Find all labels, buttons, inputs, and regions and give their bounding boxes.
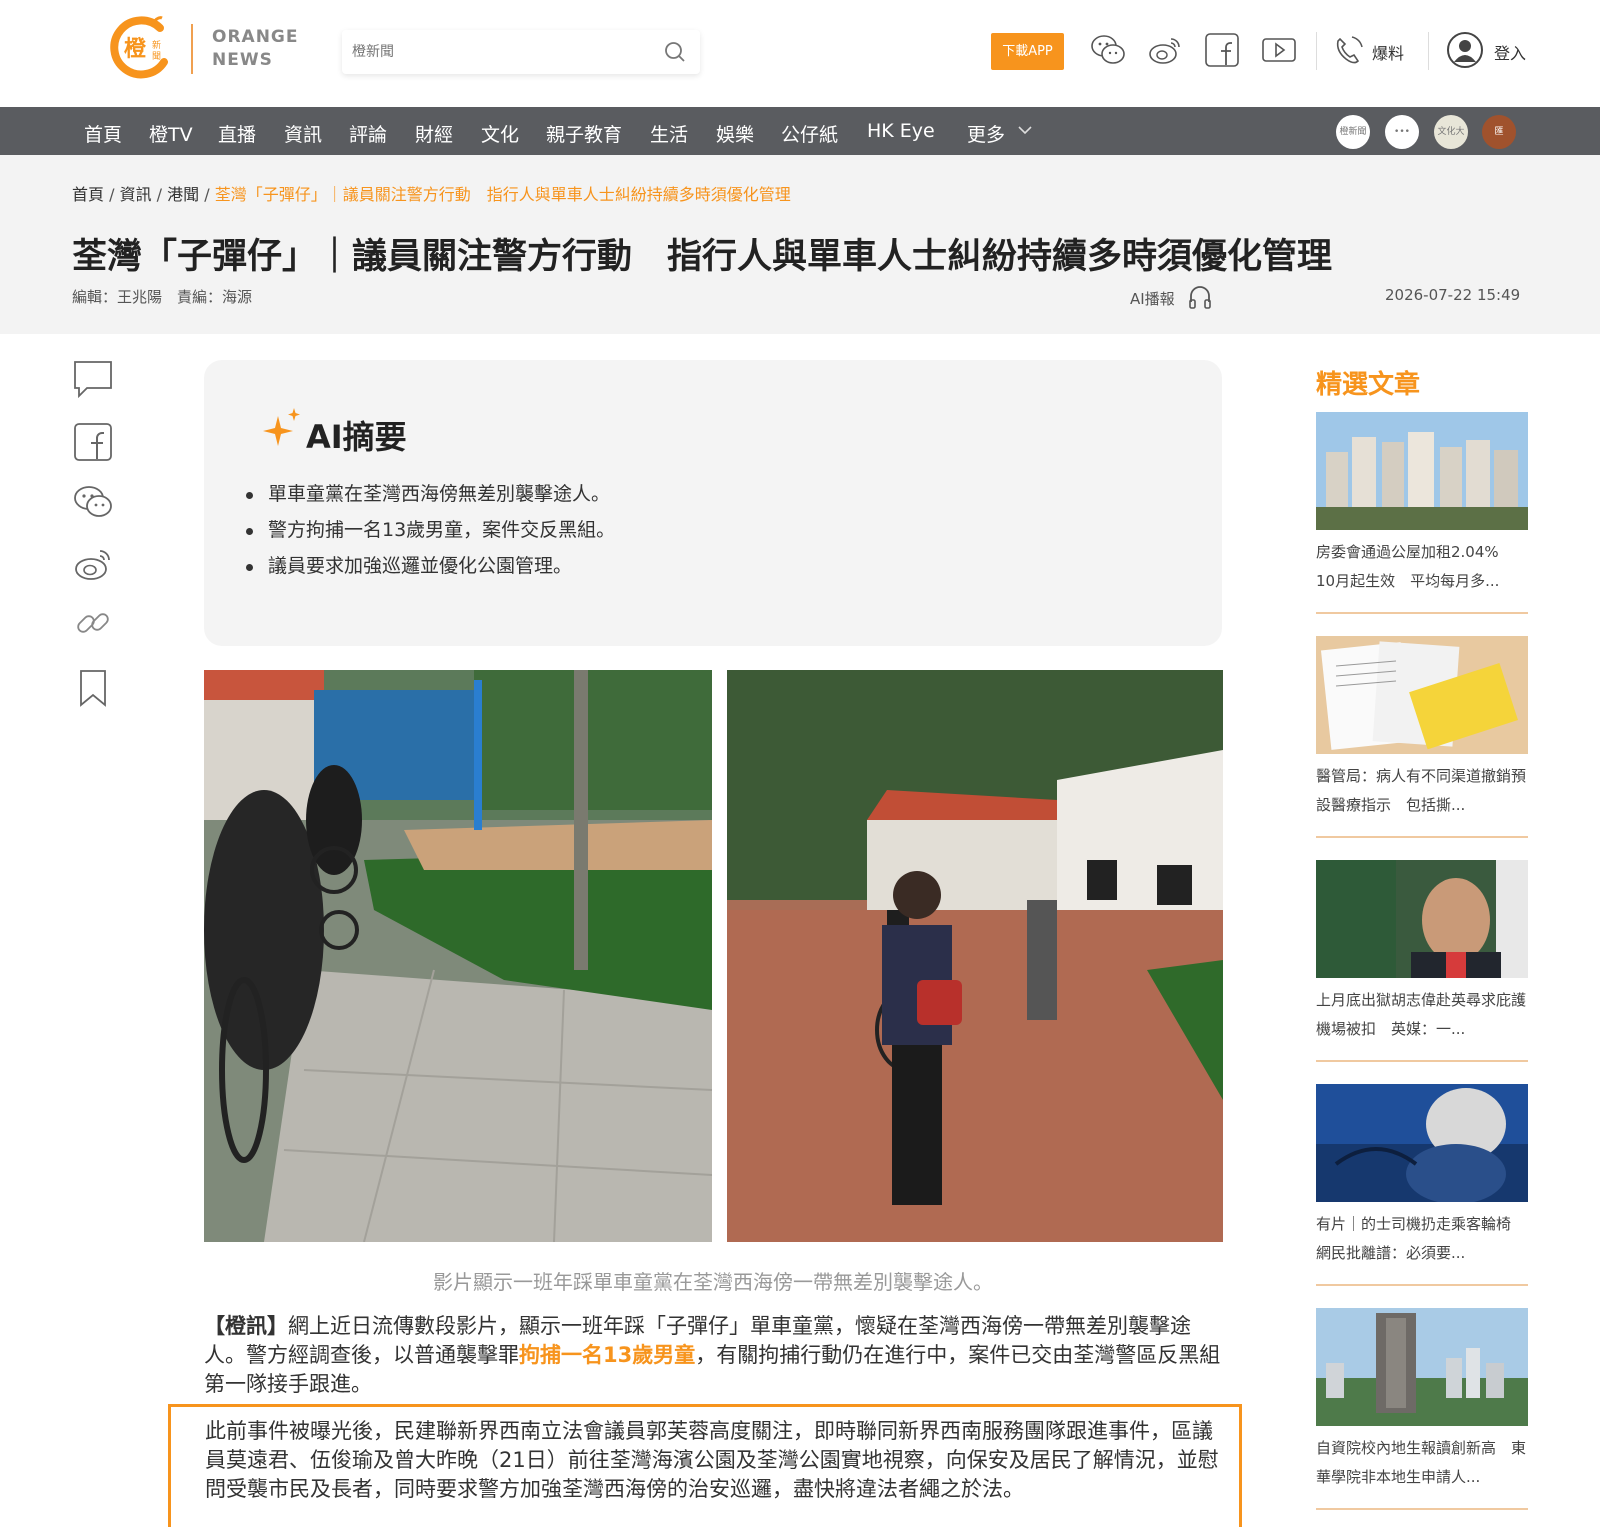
article-photo-right[interactable] — [727, 670, 1223, 1242]
divider — [1316, 1060, 1528, 1062]
weibo-icon[interactable] — [1146, 31, 1184, 69]
youtube-icon[interactable] — [1260, 31, 1298, 69]
featured-article-card[interactable]: 有片｜的士司機扔走乘客輪椅 網民批離譜：必須要... — [1316, 1084, 1528, 1286]
featured-article-caption[interactable]: 自資院校內地生報讀創新高 東華學院非本地生申請人... — [1316, 1434, 1528, 1492]
divider — [1316, 1508, 1528, 1510]
article-photo-left[interactable] — [204, 670, 712, 1242]
article-thumbnail[interactable] — [1316, 636, 1528, 754]
user-avatar-icon[interactable] — [1446, 31, 1484, 69]
report-phone-icon[interactable] — [1330, 31, 1368, 69]
svg-text:聞: 聞 — [152, 51, 161, 62]
header-divider — [1316, 32, 1317, 70]
publish-date: 2026-07-22 15:49 — [1385, 286, 1521, 304]
highlight-text: 拘捕一名13歲男童 — [519, 1343, 696, 1367]
wechat-share-icon[interactable] — [72, 481, 114, 523]
featured-article-card[interactable]: 醫管局：病人有不同渠道撤銷預設醫療指示 包括撕... — [1316, 636, 1528, 838]
svg-text:橙: 橙 — [124, 37, 147, 62]
nav-item-orange-tv[interactable]: 橙TV — [149, 120, 193, 147]
article-thumbnail[interactable] — [1316, 1084, 1528, 1202]
nav-item-live[interactable]: 直播 — [218, 120, 256, 147]
ai-summary-item: 議員要求加強巡邏並優化公園管理。 — [244, 548, 615, 584]
report-label[interactable]: 爆料 — [1372, 40, 1404, 64]
article-editors: 編輯：王兆陽 責編：海源 — [72, 288, 253, 306]
breadcrumb: 首頁 / 資訊 / 港聞 / 荃灣「子彈仔」｜議員關注警方行動 指行人與單車人士… — [72, 185, 791, 204]
headphone-icon[interactable] — [1188, 284, 1212, 310]
nav-item-finance[interactable]: 財經 — [415, 120, 453, 147]
divider — [1316, 1284, 1528, 1286]
featured-article-caption[interactable]: 房委會通過公屋加租2.04% 10月起生效 平均每月多... — [1316, 538, 1528, 596]
news-source-tag: 【橙訊】 — [204, 1314, 288, 1338]
search-input[interactable] — [352, 38, 642, 66]
chevron-down-icon[interactable] — [1016, 121, 1034, 139]
breadcrumb-current: 荃灣「子彈仔」｜議員關注警方行動 指行人與單車人士糾紛持續多時須優化管理 — [214, 185, 791, 204]
article-thumbnail[interactable] — [1316, 412, 1528, 530]
login-link[interactable]: 登入 — [1494, 40, 1526, 64]
top-header: 橙 新 聞 ORANGE NEWS 下載APP 爆料 — [0, 0, 1600, 107]
divider — [1316, 836, 1528, 838]
breadcrumb-news[interactable]: 資訊 — [120, 185, 152, 204]
woman-in-park-image — [727, 670, 1223, 1242]
nav-item-more[interactable]: 更多 — [967, 120, 1005, 147]
ai-summary-list: 單車童黨在荃灣西海傍無差別襲擊途人。 警方拘捕一名13歲男童，案件交反黑組。 議… — [244, 476, 615, 584]
featured-articles-title: 精選文章 — [1316, 370, 1421, 400]
article-paragraph: 此前事件被曝光後，民建聯新界西南立法會議員郭芙蓉高度關注，即時聯同新界西南服務團… — [205, 1419, 1219, 1501]
breadcrumb-home[interactable]: 首頁 — [72, 185, 104, 204]
nav-item-home[interactable]: 首頁 — [84, 120, 122, 147]
logo-wordmark: ORANGE NEWS — [212, 27, 299, 70]
header-divider — [1428, 32, 1429, 70]
featured-article-card[interactable]: 房委會通過公屋加租2.04% 10月起生效 平均每月多... — [1316, 412, 1528, 614]
wechat-icon[interactable] — [1089, 31, 1127, 69]
nav-badge-culture[interactable]: 文化大匯 — [1434, 115, 1468, 149]
ai-summary-title: AI摘要 — [306, 418, 407, 456]
featured-article-caption[interactable]: 有片｜的士司機扔走乘客輪椅 網民批離譜：必須要... — [1316, 1210, 1528, 1268]
nav-item-hk-eye[interactable]: HK Eye — [867, 120, 935, 142]
main-nav: 首頁 橙TV 直播 資訊 評論 財經 文化 親子教育 生活 娛樂 公仔紙 HK … — [0, 107, 1600, 155]
logo-divider — [191, 24, 193, 74]
divider — [1316, 612, 1528, 614]
featured-article-caption[interactable]: 上月底出獄胡志偉赴英尋求庇護機場被扣 英媒：一... — [1316, 986, 1528, 1044]
facebook-share-icon[interactable] — [72, 421, 114, 463]
nav-item-lifestyle[interactable]: 生活 — [650, 120, 688, 147]
featured-article-card[interactable]: 自資院校內地生報讀創新高 東華學院非本地生申請人... — [1316, 1308, 1528, 1510]
download-app-button[interactable]: 下載APP — [991, 33, 1064, 70]
comment-icon[interactable] — [72, 358, 114, 400]
article-title: 荃灣「子彈仔」｜議員關注警方行動 指行人與單車人士糾紛持續多時須優化管理 — [72, 237, 1333, 277]
article-paragraph: 【橙訊】網上近日流傳數段影片，顯示一班年踩「子彈仔」單車童黨，懷疑在荃灣西海傍一… — [204, 1314, 1221, 1396]
ai-summary-item: 警方拘捕一名13歲男童，案件交反黑組。 — [244, 512, 615, 548]
nav-badge-orange-news[interactable]: 橙新聞 — [1336, 115, 1370, 149]
weibo-share-icon[interactable] — [72, 543, 114, 585]
photo-caption: 影片顯示一班年踩單車童黨在荃灣西海傍一帶無差別襲擊途人。 — [433, 1270, 993, 1294]
nav-item-opinion[interactable]: 評論 — [349, 120, 387, 147]
svg-text:新: 新 — [152, 39, 161, 51]
featured-article-caption[interactable]: 醫管局：病人有不同渠道撤銷預設醫療指示 包括撕... — [1316, 762, 1528, 820]
ai-broadcast-label[interactable]: AI播報 — [1130, 288, 1175, 309]
cyclists-on-path-image — [204, 670, 712, 1242]
highlighted-paragraph-box: 此前事件被曝光後，民建聯新界西南立法會議員郭芙蓉高度關注，即時聯同新界西南服務團… — [168, 1404, 1242, 1527]
nav-item-entertainment[interactable]: 娛樂 — [716, 120, 754, 147]
search-icon[interactable] — [664, 41, 686, 63]
featured-article-card[interactable]: 上月底出獄胡志偉赴英尋求庇護機場被扣 英媒：一... — [1316, 860, 1528, 1062]
orange-news-logo[interactable]: 橙 新 聞 — [108, 14, 174, 80]
nav-badge-brand[interactable]: 匯 — [1482, 115, 1516, 149]
sparkle-icon — [263, 408, 300, 446]
nav-item-news[interactable]: 資訊 — [284, 120, 322, 147]
article-thumbnail[interactable] — [1316, 860, 1528, 978]
article-thumbnail[interactable] — [1316, 1308, 1528, 1426]
nav-badge-more[interactable]: ••• — [1385, 115, 1419, 149]
search-box — [342, 30, 700, 74]
bookmark-icon[interactable] — [72, 668, 114, 710]
link-icon[interactable] — [72, 602, 114, 644]
breadcrumb-hk-news[interactable]: 港聞 — [167, 185, 199, 204]
nav-item-parenting[interactable]: 親子教育 — [546, 120, 622, 147]
ai-summary-box: AI摘要 單車童黨在荃灣西海傍無差別襲擊途人。 警方拘捕一名13歲男童，案件交反… — [204, 360, 1222, 646]
nav-item-comics[interactable]: 公仔紙 — [781, 120, 838, 147]
ai-summary-item: 單車童黨在荃灣西海傍無差別襲擊途人。 — [244, 476, 615, 512]
nav-item-culture[interactable]: 文化 — [481, 120, 519, 147]
facebook-icon[interactable] — [1203, 31, 1241, 69]
